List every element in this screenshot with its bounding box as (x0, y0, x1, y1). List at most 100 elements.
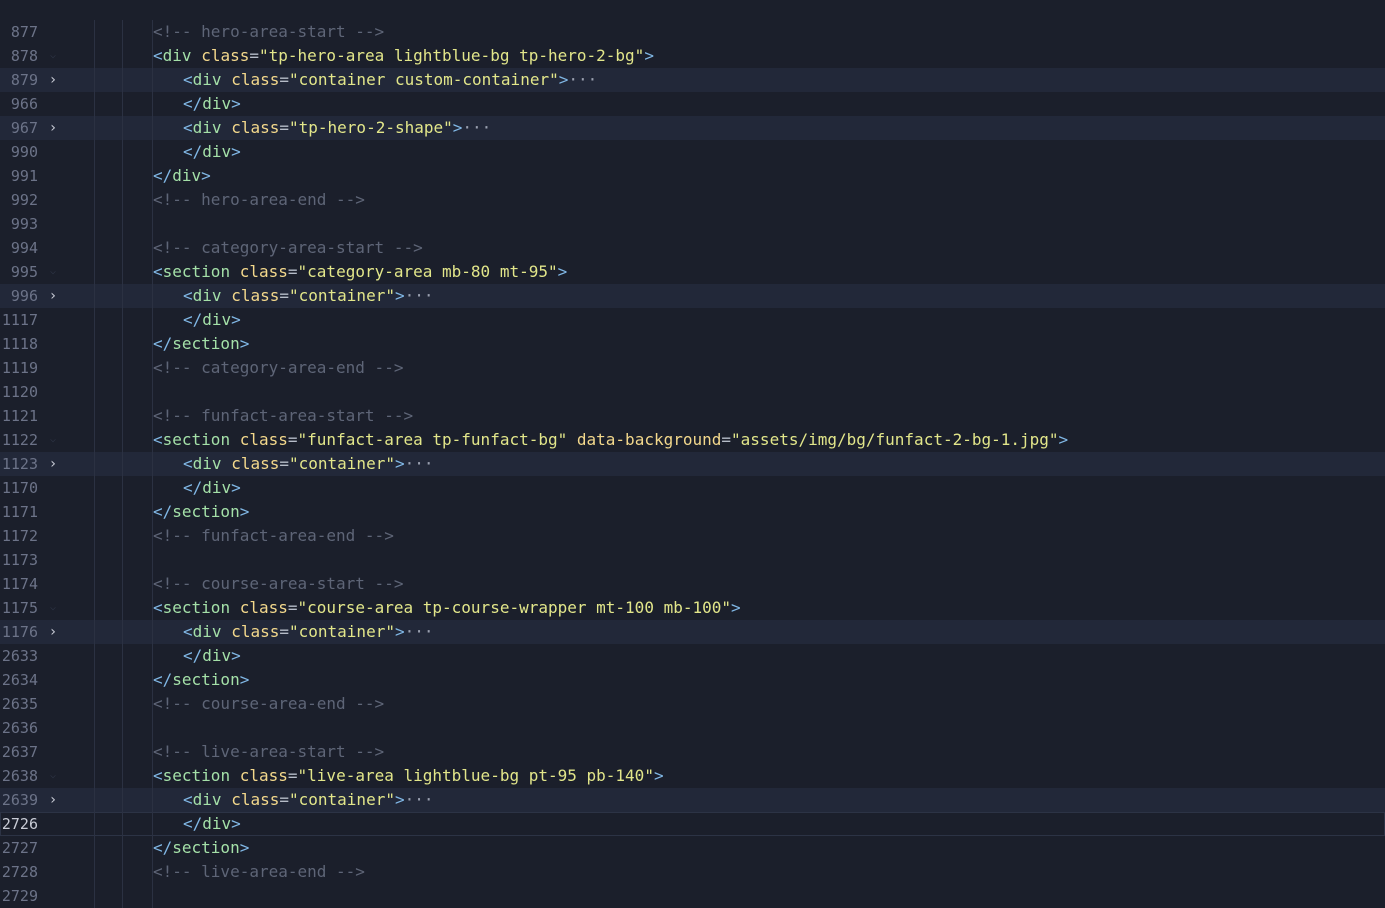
code-line[interactable]: 2634 </section> (0, 668, 1385, 692)
code-line[interactable]: 1121 <!-- funfact-area-start --> (0, 404, 1385, 428)
fold-expand-icon[interactable]: › (46, 68, 60, 92)
code-content[interactable]: <!-- funfact-area-start --> (64, 404, 1385, 428)
code-content[interactable]: <div class="container">··· (64, 620, 1385, 644)
code-line[interactable]: 2729 (0, 884, 1385, 908)
code-line[interactable]: 967 › <div class="tp-hero-2-shape">··· (0, 116, 1385, 140)
code-content[interactable]: <div class="container">··· (64, 452, 1385, 476)
code-content[interactable]: <div class="container custom-container">… (64, 68, 1385, 92)
code-content[interactable]: <!-- course-area-end --> (64, 692, 1385, 716)
code-line[interactable]: 879 › <div class="container custom-contain… (0, 68, 1385, 92)
code-line[interactable]: 2633 </div> (0, 644, 1385, 668)
code-line[interactable]: 2635 <!-- course-area-end --> (0, 692, 1385, 716)
code-content[interactable] (64, 884, 1385, 908)
code-content[interactable]: <div class="tp-hero-area lightblue-bg tp… (64, 44, 1385, 68)
fold-ellipsis[interactable]: ··· (405, 454, 434, 473)
code-line[interactable]: 878 ⌵ <div class="tp-hero-area lightblue-b… (0, 44, 1385, 68)
indent-guide (94, 668, 95, 692)
fold-expand-icon[interactable]: › (46, 284, 60, 308)
code-line[interactable]: 994 <!-- category-area-start --> (0, 236, 1385, 260)
code-content[interactable]: <section class="funfact-area tp-funfact-… (64, 428, 1385, 452)
fold-collapse-icon[interactable]: ⌵ (46, 596, 60, 620)
code-content[interactable]: </div> (64, 644, 1385, 668)
code-content[interactable] (64, 548, 1385, 572)
code-content[interactable]: <div class="container">··· (64, 788, 1385, 812)
code-content[interactable]: <!-- category-area-start --> (64, 236, 1385, 260)
fold-collapse-icon[interactable]: ⌵ (46, 764, 60, 788)
code-content[interactable]: <!-- hero-area-start --> (64, 20, 1385, 44)
code-content[interactable]: <!-- funfact-area-end --> (64, 524, 1385, 548)
code-content[interactable]: </div> (64, 164, 1385, 188)
code-line[interactable]: 996 › <div class="container">··· (0, 284, 1385, 308)
code-line[interactable]: 1120 (0, 380, 1385, 404)
code-line[interactable]: 2727 </section> (0, 836, 1385, 860)
code-line[interactable]: 990 </div> (0, 140, 1385, 164)
code-content[interactable]: </div> (64, 92, 1385, 116)
code-line[interactable]: 1118 </section> (0, 332, 1385, 356)
code-content[interactable] (64, 380, 1385, 404)
code-content[interactable]: </section> (64, 836, 1385, 860)
code-line[interactable]: 877 <!-- hero-area-start --> (0, 20, 1385, 44)
code-content[interactable]: <!-- hero-area-end --> (64, 188, 1385, 212)
code-line[interactable]: 1176 › <div class="container">··· (0, 620, 1385, 644)
code-line[interactable]: 2637 <!-- live-area-start --> (0, 740, 1385, 764)
code-editor[interactable]: 877 <!-- hero-area-start --> 878 ⌵ <div clas… (0, 0, 1385, 908)
code-content[interactable]: <!-- live-area-end --> (64, 860, 1385, 884)
code-token: > (239, 334, 250, 353)
code-content[interactable]: </section> (64, 500, 1385, 524)
code-content[interactable]: </div> (64, 476, 1385, 500)
code-line[interactable]: 2728 <!-- live-area-end --> (0, 860, 1385, 884)
code-content[interactable]: </section> (64, 332, 1385, 356)
code-content[interactable] (64, 716, 1385, 740)
code-content[interactable]: <div class="tp-hero-2-shape">··· (64, 116, 1385, 140)
code-line[interactable]: 995 ⌵ <section class="category-area mb-80 … (0, 260, 1385, 284)
code-content[interactable]: <!-- category-area-end --> (64, 356, 1385, 380)
code-content[interactable]: <section class="course-area tp-course-wr… (64, 596, 1385, 620)
code-line[interactable]: 1119 <!-- category-area-end --> (0, 356, 1385, 380)
code-line[interactable]: 1123 › <div class="container">··· (0, 452, 1385, 476)
code-line[interactable] (0, 0, 1385, 20)
code-content[interactable]: <section class="live-area lightblue-bg p… (64, 764, 1385, 788)
fold-expand-icon[interactable]: › (46, 620, 60, 644)
fold-ellipsis[interactable]: ··· (405, 790, 434, 809)
code-token: "funfact-area tp-funfact-bg" (297, 430, 568, 449)
code-line[interactable]: 2639 › <div class="container">··· (0, 788, 1385, 812)
code-line[interactable]: 992 <!-- hero-area-end --> (0, 188, 1385, 212)
code-content[interactable]: </div> (64, 140, 1385, 164)
code-line[interactable]: 991 </div> (0, 164, 1385, 188)
code-content[interactable]: <div class="container">··· (64, 284, 1385, 308)
indent-guide (122, 812, 123, 836)
fold-ellipsis[interactable]: ··· (462, 118, 491, 137)
fold-collapse-icon[interactable]: ⌵ (46, 44, 60, 68)
code-line[interactable]: 2726 </div> (0, 812, 1385, 836)
code-content[interactable]: </div> (64, 812, 1385, 836)
code-token: div (162, 46, 192, 65)
fold-expand-icon[interactable]: › (46, 452, 60, 476)
code-line[interactable]: 1172 <!-- funfact-area-end --> (0, 524, 1385, 548)
fold-ellipsis[interactable]: ··· (568, 70, 597, 89)
code-line[interactable]: 2636 (0, 716, 1385, 740)
code-content[interactable]: </section> (64, 668, 1385, 692)
fold-collapse-icon[interactable]: ⌵ (46, 260, 60, 284)
code-line[interactable]: 1122 ⌵ <section class="funfact-area tp-fun… (0, 428, 1385, 452)
code-content[interactable]: <!-- live-area-start --> (64, 740, 1385, 764)
code-line[interactable]: 993 (0, 212, 1385, 236)
code-line[interactable]: 1117 </div> (0, 308, 1385, 332)
code-content[interactable] (64, 212, 1385, 236)
fold-expand-icon[interactable]: › (46, 788, 60, 812)
code-line[interactable]: 1171 </section> (0, 500, 1385, 524)
code-line[interactable]: 1174 <!-- course-area-start --> (0, 572, 1385, 596)
code-content[interactable]: <!-- course-area-start --> (64, 572, 1385, 596)
code-line[interactable]: 2638 ⌵ <section class="live-area lightblue… (0, 764, 1385, 788)
code-content[interactable]: <section class="category-area mb-80 mt-9… (64, 260, 1385, 284)
code-line[interactable]: 1170 </div> (0, 476, 1385, 500)
line-number: 877 (10, 23, 38, 41)
code-content[interactable] (64, 0, 1385, 20)
code-content[interactable]: </div> (64, 308, 1385, 332)
code-line[interactable]: 1173 (0, 548, 1385, 572)
code-line[interactable]: 1175 ⌵ <section class="course-area tp-cour… (0, 596, 1385, 620)
code-line[interactable]: 966 </div> (0, 92, 1385, 116)
fold-collapse-icon[interactable]: ⌵ (46, 428, 60, 452)
fold-expand-icon[interactable]: › (46, 116, 60, 140)
fold-ellipsis[interactable]: ··· (405, 286, 434, 305)
fold-ellipsis[interactable]: ··· (405, 622, 434, 641)
